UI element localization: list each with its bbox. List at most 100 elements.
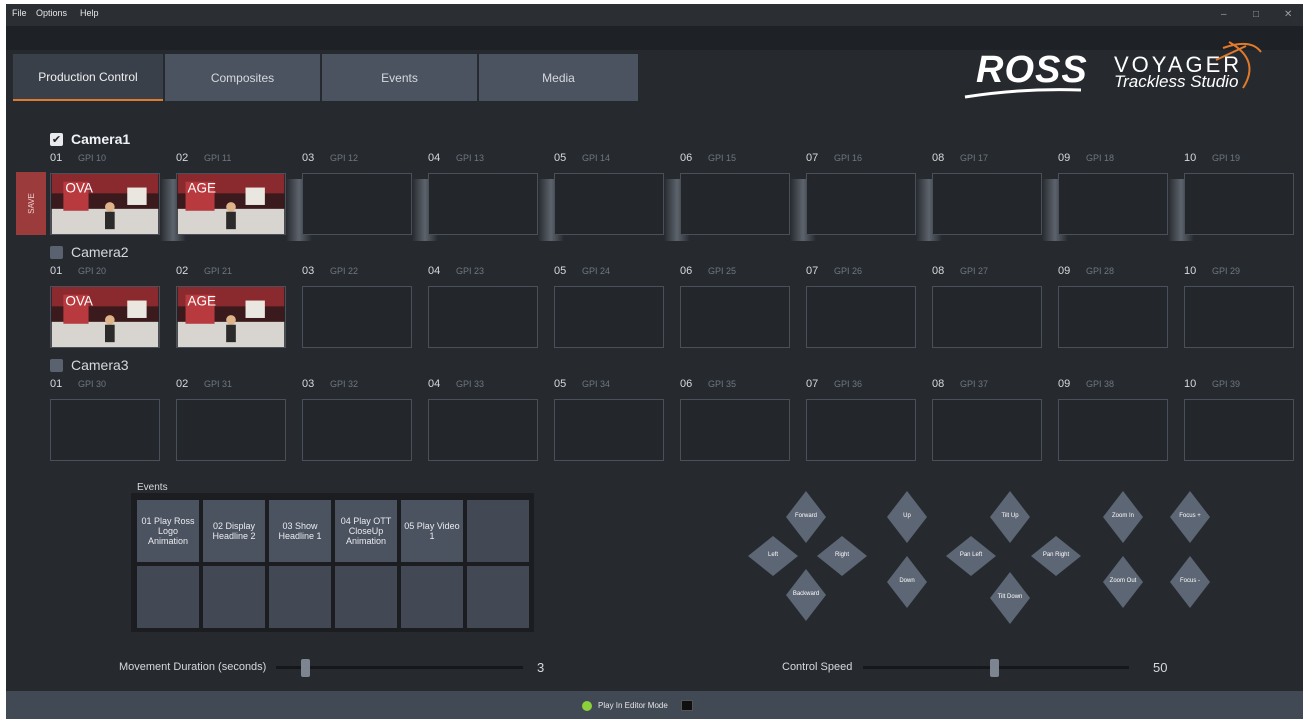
camera-shot-slot[interactable] <box>302 399 412 461</box>
slot-gpi-label: GPI 14 <box>582 153 611 163</box>
slot-number: 01 <box>50 378 63 390</box>
tab-production-control[interactable]: Production Control <box>13 54 163 101</box>
camera-shot-slot[interactable] <box>806 399 916 461</box>
slot-number: 05 <box>554 152 567 164</box>
backward-label: Backward <box>792 591 820 597</box>
menu-options[interactable]: Options <box>36 8 67 18</box>
slot-gpi-label: GPI 24 <box>582 266 611 276</box>
camera-shot-slot[interactable] <box>932 399 1042 461</box>
svg-text:OVA: OVA <box>65 293 93 308</box>
event-button[interactable] <box>137 566 199 628</box>
control-speed-slider[interactable] <box>990 659 999 677</box>
maximize-button[interactable]: □ <box>1253 9 1259 20</box>
camera-label: Camera2 <box>71 244 129 260</box>
slot-gpi-label: GPI 33 <box>456 379 485 389</box>
camera-shot-slot[interactable] <box>302 286 412 348</box>
slot-number: 04 <box>428 378 441 390</box>
event-button[interactable]: 04 Play OTT CloseUp Animation <box>335 500 397 562</box>
camera-shot-slot[interactable]: OVA <box>50 173 160 235</box>
svg-text:AGE: AGE <box>187 180 216 195</box>
slot-number: 07 <box>806 265 819 277</box>
editor-mode-toggle[interactable] <box>681 700 693 711</box>
slot-number: 10 <box>1184 152 1197 164</box>
status-text: Play In Editor Mode <box>598 701 668 710</box>
camera-shot-slot[interactable] <box>50 399 160 461</box>
menu-help[interactable]: Help <box>80 8 99 18</box>
zoom-out-label: Zoom Out <box>1109 578 1137 584</box>
close-button[interactable]: ✕ <box>1284 9 1292 20</box>
camera-shot-slot[interactable]: AGE <box>176 173 286 235</box>
slot-number: 02 <box>176 378 189 390</box>
tab-composites[interactable]: Composites <box>165 54 320 101</box>
event-button[interactable]: 05 Play Video 1 <box>401 500 463 562</box>
slot-number: 04 <box>428 265 441 277</box>
shot-thumbnail: AGE <box>177 287 285 347</box>
slot-number: 02 <box>176 265 189 277</box>
slot-gpi-label: GPI 11 <box>204 153 232 163</box>
camera-shot-slot[interactable]: AGE <box>176 286 286 348</box>
camera-shot-slot[interactable] <box>428 399 538 461</box>
save-label: SAVE <box>26 193 36 214</box>
event-button[interactable]: 03 Show Headline 1 <box>269 500 331 562</box>
event-button[interactable] <box>269 566 331 628</box>
slot-gpi-label: GPI 29 <box>1212 266 1241 276</box>
slot-number: 08 <box>932 265 945 277</box>
event-button[interactable]: 01 Play Ross Logo Animation <box>137 500 199 562</box>
camera-shot-slot[interactable] <box>1058 173 1168 235</box>
movement-duration-track[interactable] <box>276 666 523 669</box>
camera-shot-slot[interactable] <box>554 399 664 461</box>
camera-header-3: Camera3 <box>50 356 129 374</box>
camera-shot-slot[interactable]: OVA <box>50 286 160 348</box>
camera-shot-slot[interactable] <box>428 286 538 348</box>
movement-duration-slider[interactable] <box>301 659 310 677</box>
shot-thumbnail: OVA <box>51 174 159 234</box>
slot-number: 06 <box>680 265 693 277</box>
event-button[interactable]: 02 Display Headline 2 <box>203 500 265 562</box>
camera-checkbox[interactable] <box>50 358 63 372</box>
camera-shot-slot[interactable] <box>932 286 1042 348</box>
camera-shot-slot[interactable] <box>1058 286 1168 348</box>
tilt-up-label: Tilt Up <box>1001 513 1019 519</box>
camera-checkbox[interactable] <box>50 245 63 259</box>
event-button[interactable] <box>467 566 529 628</box>
camera-shot-slot[interactable] <box>554 286 664 348</box>
camera-shot-slot[interactable] <box>428 173 538 235</box>
camera-shot-slot[interactable] <box>680 286 790 348</box>
camera-shot-slot[interactable] <box>1184 173 1294 235</box>
slot-number: 09 <box>1058 152 1071 164</box>
pan-right-label: Pan Right <box>1042 552 1070 558</box>
camera-label: Camera3 <box>71 357 129 373</box>
camera-header-1: ✔ Camera1 <box>50 130 130 148</box>
event-button[interactable] <box>203 566 265 628</box>
camera-shot-slot[interactable] <box>302 173 412 235</box>
camera-shot-slot[interactable] <box>680 399 790 461</box>
app-window: File Options Help – □ ✕ Production Contr… <box>6 4 1303 719</box>
camera-shot-slot[interactable] <box>1184 399 1294 461</box>
camera-shot-slot[interactable] <box>554 173 664 235</box>
tab-media[interactable]: Media <box>479 54 638 101</box>
camera-shot-slot[interactable] <box>176 399 286 461</box>
tab-events[interactable]: Events <box>322 54 477 101</box>
camera-shot-slot[interactable] <box>806 173 916 235</box>
camera-shot-slot[interactable] <box>680 173 790 235</box>
minimize-button[interactable]: – <box>1221 9 1227 20</box>
event-button[interactable] <box>467 500 529 562</box>
camera-shot-slot[interactable] <box>932 173 1042 235</box>
pan-left-label: Pan Left <box>959 552 983 558</box>
event-button[interactable] <box>335 566 397 628</box>
camera-shot-slot[interactable] <box>806 286 916 348</box>
camera-checkbox[interactable]: ✔ <box>50 132 63 146</box>
slot-gpi-label: GPI 30 <box>78 379 107 389</box>
save-button[interactable]: SAVE <box>16 172 46 235</box>
movement-duration-label: Movement Duration (seconds) <box>119 661 267 673</box>
slot-gpi-label: GPI 31 <box>204 379 233 389</box>
camera-shot-slot[interactable] <box>1058 399 1168 461</box>
event-button[interactable] <box>401 566 463 628</box>
forward-label: Forward <box>794 513 817 519</box>
camera-shot-slot[interactable] <box>1184 286 1294 348</box>
menu-file[interactable]: File <box>12 8 27 18</box>
slot-number: 05 <box>554 378 567 390</box>
events-title: Events <box>137 482 168 493</box>
right-label: Right <box>834 552 849 558</box>
slot-gpi-label: GPI 26 <box>834 266 863 276</box>
